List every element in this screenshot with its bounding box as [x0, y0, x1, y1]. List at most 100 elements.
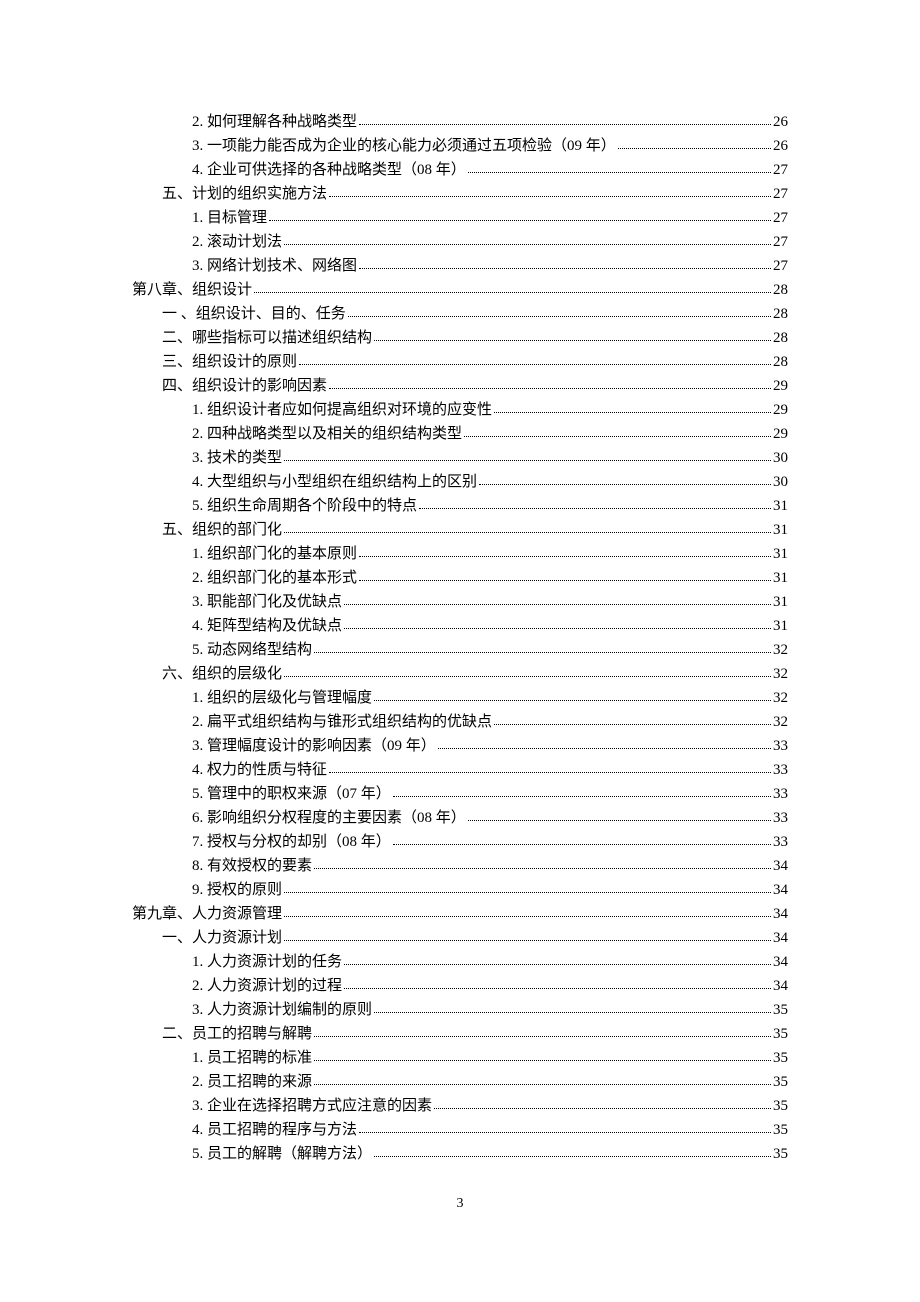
toc-entry-page: 32 [773, 662, 788, 686]
toc-entry-text: 3. 人力资源计划编制的原则 [192, 998, 372, 1022]
toc-leader-dots [419, 507, 771, 509]
toc-entry-text: 9. 授权的原则 [192, 878, 282, 902]
toc-entry-text: 1. 员工招聘的标准 [192, 1046, 312, 1070]
toc-entry: 2. 如何理解各种战略类型 26 [132, 110, 788, 134]
toc-leader-dots [314, 1059, 771, 1061]
toc-entry-text: 2. 组织部门化的基本形式 [192, 566, 357, 590]
toc-entry: 2. 滚动计划法 27 [132, 230, 788, 254]
toc-entry: 3. 网络计划技术、网络图27 [132, 254, 788, 278]
toc-entry-text: 7. 授权与分权的却别（08 年） [192, 830, 391, 854]
toc-entry: 1. 人力资源计划的任务34 [132, 950, 788, 974]
toc-entry-text: 3. 网络计划技术、网络图 [192, 254, 357, 278]
toc-leader-dots [618, 147, 771, 149]
toc-entry-page: 32 [773, 638, 788, 662]
toc-entry: 5. 管理中的职权来源（07 年）33 [132, 782, 788, 806]
toc-entry-text: 2. 如何理解各种战略类型 [192, 110, 357, 134]
toc-entry-text: 3. 技术的类型 [192, 446, 282, 470]
toc-entry: 三、组织设计的原则28 [132, 350, 788, 374]
toc-entry: 3. 一项能力能否成为企业的核心能力必须通过五项检验（09 年） 26 [132, 134, 788, 158]
toc-leader-dots [359, 123, 771, 125]
toc-page: 2. 如何理解各种战略类型263. 一项能力能否成为企业的核心能力必须通过五项检… [0, 0, 920, 1166]
toc-entry: 3. 管理幅度设计的影响因素（09 年）33 [132, 734, 788, 758]
toc-entry-text: 五、组织的部门化 [162, 518, 282, 542]
toc-leader-dots [314, 651, 771, 653]
toc-entry-text: 第八章、组织设计 [132, 278, 252, 302]
toc-entry: 5. 员工的解聘（解聘方法）35 [132, 1142, 788, 1166]
toc-entry: 1. 目标管理27 [132, 206, 788, 230]
toc-leader-dots [393, 795, 771, 797]
toc-leader-dots [344, 987, 771, 989]
toc-leader-dots [359, 579, 771, 581]
toc-entry-page: 31 [773, 518, 788, 542]
toc-entry-text: 4. 员工招聘的程序与方法 [192, 1118, 357, 1142]
toc-entry-page: 34 [773, 926, 788, 950]
toc-entry: 2. 人力资源计划的过程 34 [132, 974, 788, 998]
toc-entry: 1. 组织设计者应如何提高组织对环境的应变性29 [132, 398, 788, 422]
toc-entry-page: 31 [773, 542, 788, 566]
toc-leader-dots [269, 219, 771, 221]
toc-entry-text: 三、组织设计的原则 [162, 350, 297, 374]
toc-entry-page: 35 [773, 1070, 788, 1094]
toc-entry-text: 2. 四种战略类型以及相关的组织结构类型 [192, 422, 462, 446]
toc-entry: 5. 动态网络型结构32 [132, 638, 788, 662]
toc-entry-page: 27 [773, 158, 788, 182]
toc-leader-dots [299, 363, 771, 365]
toc-leader-dots [284, 891, 771, 893]
toc-leader-dots [359, 1131, 771, 1133]
toc-leader-dots [468, 171, 771, 173]
toc-leader-dots [468, 819, 771, 821]
toc-leader-dots [329, 387, 771, 389]
toc-entry-page: 34 [773, 854, 788, 878]
toc-leader-dots [284, 459, 771, 461]
toc-leader-dots [374, 1011, 771, 1013]
toc-entry-text: 3. 一项能力能否成为企业的核心能力必须通过五项检验（09 年） [192, 134, 616, 158]
toc-entry-text: 2. 滚动计划法 [192, 230, 282, 254]
toc-entry-text: 2. 员工招聘的来源 [192, 1070, 312, 1094]
toc-entry-text: 1. 目标管理 [192, 206, 267, 230]
toc-entry: 9. 授权的原则 34 [132, 878, 788, 902]
toc-entry: 7. 授权与分权的却别（08 年）33 [132, 830, 788, 854]
toc-entry-text: 4. 权力的性质与特征 [192, 758, 327, 782]
toc-leader-dots [393, 843, 771, 845]
toc-leader-dots [464, 435, 771, 437]
toc-leader-dots [359, 267, 771, 269]
toc-leader-dots [284, 531, 771, 533]
toc-leader-dots [314, 1083, 771, 1085]
toc-leader-dots [254, 291, 771, 293]
toc-leader-dots [344, 603, 771, 605]
toc-entry-text: 4. 矩阵型结构及优缺点 [192, 614, 342, 638]
toc-entry: 1. 员工招聘的标准35 [132, 1046, 788, 1070]
toc-entry: 6. 影响组织分权程度的主要因素（08 年）33 [132, 806, 788, 830]
toc-leader-dots [359, 555, 771, 557]
toc-entry: 8. 有效授权的要素 34 [132, 854, 788, 878]
toc-entry: 2. 员工招聘的来源 35 [132, 1070, 788, 1094]
toc-entry-text: 6. 影响组织分权程度的主要因素（08 年） [192, 806, 466, 830]
page-number: 3 [0, 1196, 920, 1212]
toc-entry-page: 34 [773, 902, 788, 926]
toc-entry-page: 26 [773, 134, 788, 158]
toc-entry: 二、哪些指标可以描述组织结构28 [132, 326, 788, 350]
toc-entry-text: 8. 有效授权的要素 [192, 854, 312, 878]
toc-entry-page: 26 [773, 110, 788, 134]
toc-entry-page: 28 [773, 302, 788, 326]
toc-entry-text: 3. 管理幅度设计的影响因素（09 年） [192, 734, 436, 758]
toc-entry-text: 二、哪些指标可以描述组织结构 [162, 326, 372, 350]
toc-entry-text: 四、组织设计的影响因素 [162, 374, 327, 398]
toc-entry-page: 35 [773, 1094, 788, 1118]
toc-entry-page: 27 [773, 230, 788, 254]
toc-entry-page: 34 [773, 878, 788, 902]
toc-entry: 4. 权力的性质与特征 33 [132, 758, 788, 782]
toc-entry: 4. 矩阵型结构及优缺点31 [132, 614, 788, 638]
toc-entry: 2. 组织部门化的基本形式31 [132, 566, 788, 590]
toc-entry: 五、组织的部门化 31 [132, 518, 788, 542]
toc-entry-text: 5. 管理中的职权来源（07 年） [192, 782, 391, 806]
toc-entry-text: 五、计划的组织实施方法 [162, 182, 327, 206]
toc-entry: 3. 职能部门化及优缺点31 [132, 590, 788, 614]
toc-entry-page: 34 [773, 974, 788, 998]
toc-leader-dots [314, 1035, 771, 1037]
toc-entry-text: 2. 人力资源计划的过程 [192, 974, 342, 998]
toc-entry-page: 33 [773, 758, 788, 782]
toc-entry: 第九章、人力资源管理 34 [132, 902, 788, 926]
toc-entry: 二、员工的招聘与解聘35 [132, 1022, 788, 1046]
toc-entry-text: 第九章、人力资源管理 [132, 902, 282, 926]
